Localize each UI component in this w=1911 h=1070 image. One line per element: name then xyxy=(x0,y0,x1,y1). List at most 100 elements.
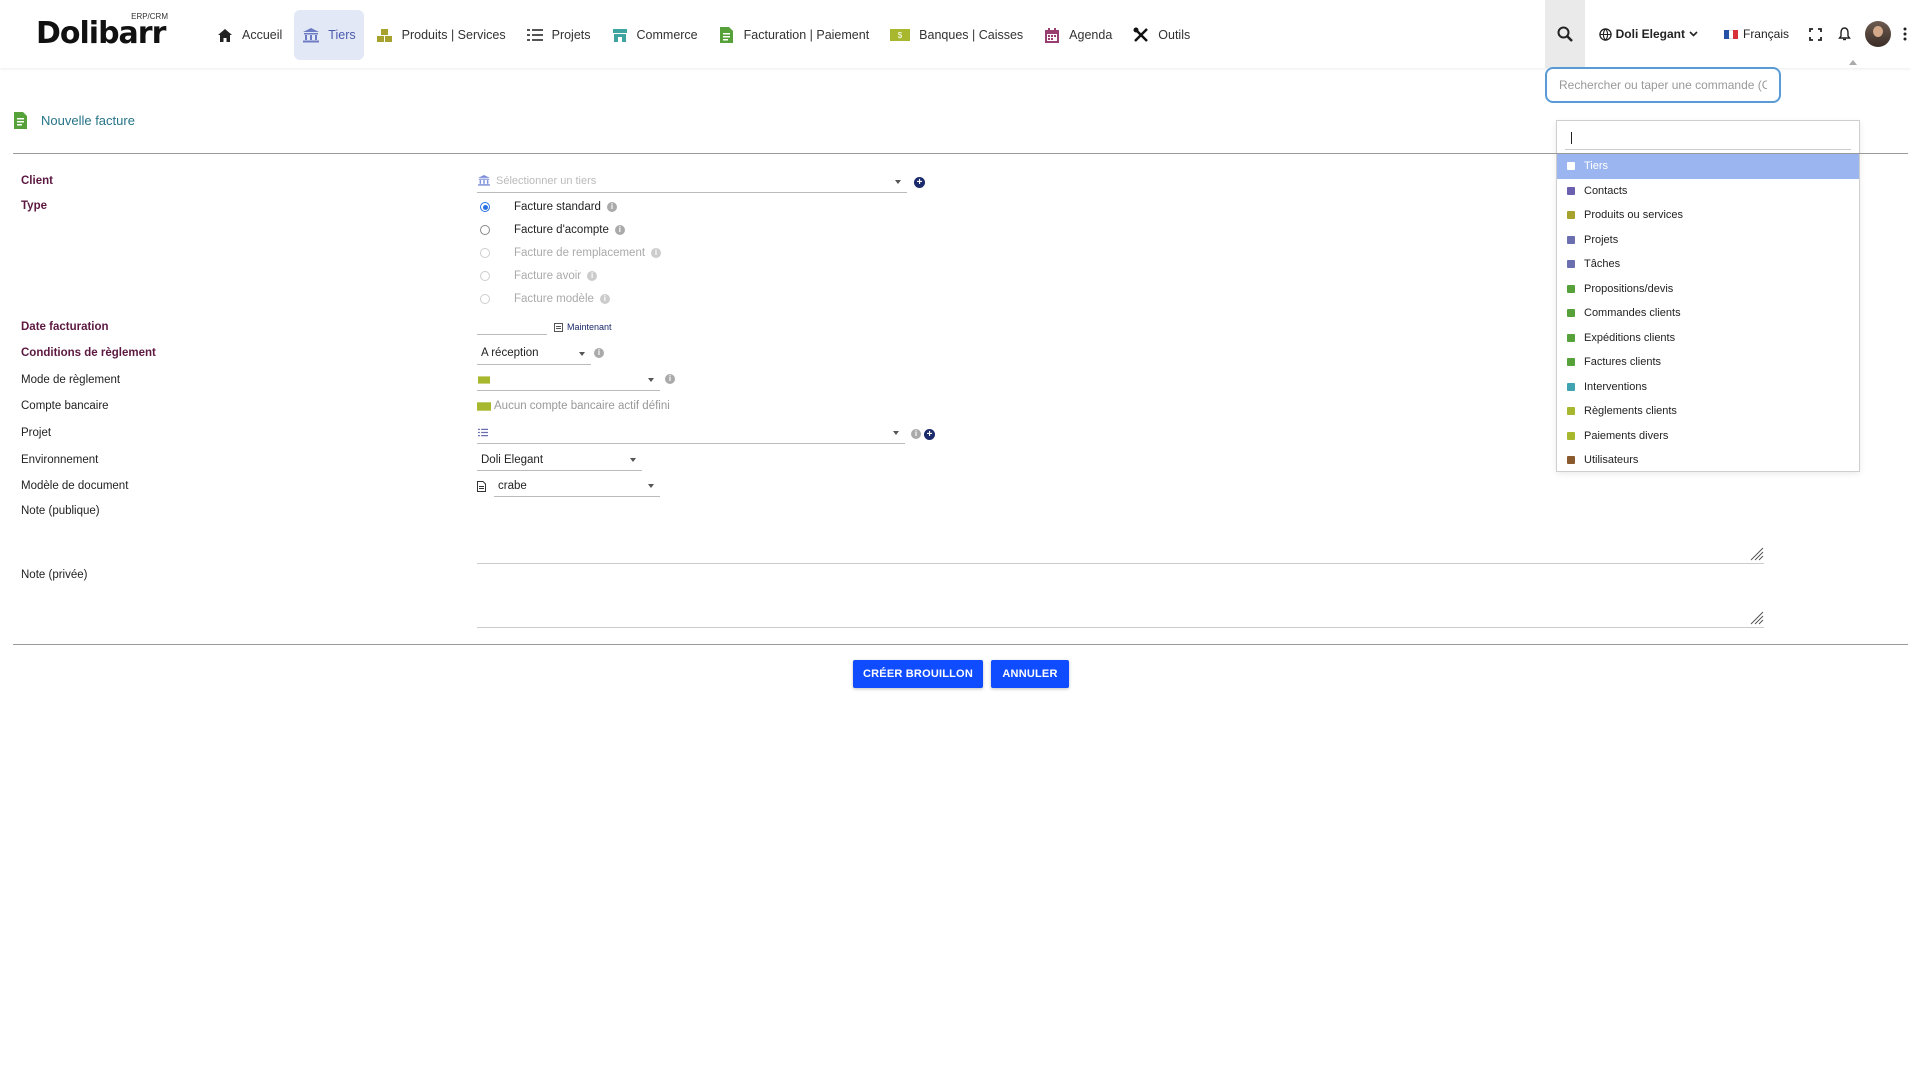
menu-item-facturation-paiement[interactable]: Facturation | Paiement xyxy=(710,10,878,60)
menu-label: Facturation | Paiement xyxy=(743,28,870,42)
menu-item-tiers[interactable]: Tiers xyxy=(294,10,364,60)
search-option-r-glements-clients[interactable]: Règlements clients xyxy=(1557,399,1859,424)
menu-item-outils[interactable]: Outils xyxy=(1124,10,1198,60)
contact-icon xyxy=(1565,185,1577,197)
global-search-box[interactable] xyxy=(1545,67,1781,103)
order-icon xyxy=(1565,307,1577,319)
global-search-input[interactable] xyxy=(1557,77,1769,93)
invoice-type-label: Facture d'acompte xyxy=(514,224,609,236)
mode-select[interactable] xyxy=(477,370,660,391)
model-value: crabe xyxy=(498,480,527,492)
top-bar: Dolibarr ERP/CRM Accueil Tiers Produits … xyxy=(0,0,1911,68)
search-option-exp-ditions-clients[interactable]: Expéditions clients xyxy=(1557,326,1859,351)
invoice-type-label: Facture avoir xyxy=(514,270,582,282)
search-option-label: Expéditions clients xyxy=(1584,331,1676,344)
search-option-label: Règlements clients xyxy=(1584,405,1677,418)
entity-selector[interactable]: Doli Elegant xyxy=(1598,27,1698,41)
dropdown-filter-input[interactable] xyxy=(1565,125,1851,150)
money-icon xyxy=(478,376,490,384)
note-public-label: Note (publique) xyxy=(21,505,100,517)
search-option-paiements-divers[interactable]: Paiements divers xyxy=(1557,424,1859,449)
menu-label: Accueil xyxy=(242,28,283,42)
search-option-label: Contacts xyxy=(1584,184,1628,197)
conditions-label: Conditions de règlement xyxy=(21,347,156,359)
building-icon xyxy=(478,175,490,186)
user-avatar[interactable] xyxy=(1865,21,1891,47)
search-option-interventions[interactable]: Interventions xyxy=(1557,375,1859,400)
search-option-label: Factures clients xyxy=(1584,356,1662,369)
menu-label: Projets xyxy=(551,28,591,42)
page-title: Nouvelle facture xyxy=(41,113,135,128)
project-label: Projet xyxy=(21,427,52,439)
model-select[interactable]: crabe xyxy=(494,476,660,497)
menu-item-projets[interactable]: Projets xyxy=(518,10,599,60)
info-icon: i xyxy=(594,348,604,358)
money-icon: $ xyxy=(889,26,911,44)
menu-item-accueil[interactable]: Accueil xyxy=(208,10,290,60)
dolibarr-logo[interactable]: Dolibarr ERP/CRM xyxy=(36,12,176,52)
invoice-type-radio xyxy=(480,294,490,304)
add-client-button[interactable]: + xyxy=(914,177,925,188)
env-label: Environnement xyxy=(21,454,99,466)
note-private-label: Note (privée) xyxy=(21,569,88,581)
tools-icon xyxy=(1132,26,1150,44)
menu-item-banques-caisses[interactable]: $ Banques | Caisses xyxy=(881,10,1031,60)
invoice-type-option[interactable]: Facture standard i xyxy=(480,201,617,213)
add-project-button[interactable]: + xyxy=(924,429,935,440)
invoice-type-option: Facture de remplacement i xyxy=(480,247,662,259)
date-now-link[interactable]: Maintenant xyxy=(554,322,612,332)
search-option-contacts[interactable]: Contacts xyxy=(1557,179,1859,204)
create-draft-button[interactable]: CRÉER BROUILLON xyxy=(853,660,983,688)
search-icon xyxy=(1557,26,1573,42)
env-select[interactable]: Doli Elegant xyxy=(477,450,642,471)
search-toggle-button[interactable] xyxy=(1544,0,1585,68)
conditions-select[interactable]: A réception xyxy=(477,344,591,365)
invoice-type-radio[interactable] xyxy=(480,202,490,212)
note-private-textarea[interactable] xyxy=(477,565,1764,628)
search-option-tiers[interactable]: Tiers xyxy=(1557,154,1859,179)
menu-item-agenda[interactable]: Agenda xyxy=(1035,10,1120,60)
cancel-button[interactable]: ANNULER xyxy=(991,660,1069,688)
top-right-tools: Doli Elegant Français xyxy=(1544,0,1911,68)
invoice-type-label: Facture standard xyxy=(514,201,601,213)
resize-grip-icon xyxy=(1750,611,1764,625)
client-label: Client xyxy=(21,175,53,187)
search-option-t-ches[interactable]: Tâches xyxy=(1557,252,1859,277)
search-option-projets[interactable]: Projets xyxy=(1557,228,1859,253)
model-label: Modèle de document xyxy=(21,480,129,492)
language-selector[interactable]: Français xyxy=(1723,27,1789,41)
search-option-produits-ou-services[interactable]: Produits ou services xyxy=(1557,203,1859,228)
client-select[interactable]: Sélectionner un tiers xyxy=(477,172,907,193)
cubes-icon xyxy=(376,26,394,44)
note-public-textarea[interactable] xyxy=(477,500,1764,564)
search-option-label: Interventions xyxy=(1584,380,1647,393)
search-option-label: Utilisateurs xyxy=(1584,454,1639,467)
fullscreen-icon xyxy=(1809,27,1822,41)
file-pdf-icon xyxy=(477,481,486,492)
search-option-factures-clients[interactable]: Factures clients xyxy=(1557,350,1859,375)
search-option-commandes-clients[interactable]: Commandes clients xyxy=(1557,301,1859,326)
invoice-type-radio[interactable] xyxy=(480,225,490,235)
search-option-utilisateurs[interactable]: Utilisateurs xyxy=(1557,448,1859,473)
menu-label: Outils xyxy=(1158,28,1191,42)
invoice-type-option[interactable]: Facture d'acompte i xyxy=(480,224,625,236)
account-label: Compte bancaire xyxy=(21,400,109,412)
info-icon: i xyxy=(614,225,625,235)
fullscreen-button[interactable] xyxy=(1809,27,1822,41)
invoice-icon xyxy=(14,112,27,129)
menu-label: Commerce xyxy=(636,28,698,42)
search-popup-caret xyxy=(1849,60,1857,65)
search-option-propositions-devis[interactable]: Propositions/devis xyxy=(1557,277,1859,302)
info-icon: i xyxy=(599,294,610,304)
project-select[interactable] xyxy=(477,423,905,444)
info-icon: i xyxy=(587,271,598,281)
more-menu-button[interactable] xyxy=(1903,27,1907,41)
date-input[interactable] xyxy=(477,318,547,335)
conditions-value: A réception xyxy=(481,347,539,359)
notifications-button[interactable] xyxy=(1838,27,1851,41)
money-icon xyxy=(1565,405,1577,417)
menu-item-produits-services[interactable]: Produits | Services xyxy=(368,10,514,60)
search-option-label: Produits ou services xyxy=(1584,209,1684,222)
money-icon xyxy=(1565,430,1577,442)
menu-item-commerce[interactable]: Commerce xyxy=(603,10,706,60)
